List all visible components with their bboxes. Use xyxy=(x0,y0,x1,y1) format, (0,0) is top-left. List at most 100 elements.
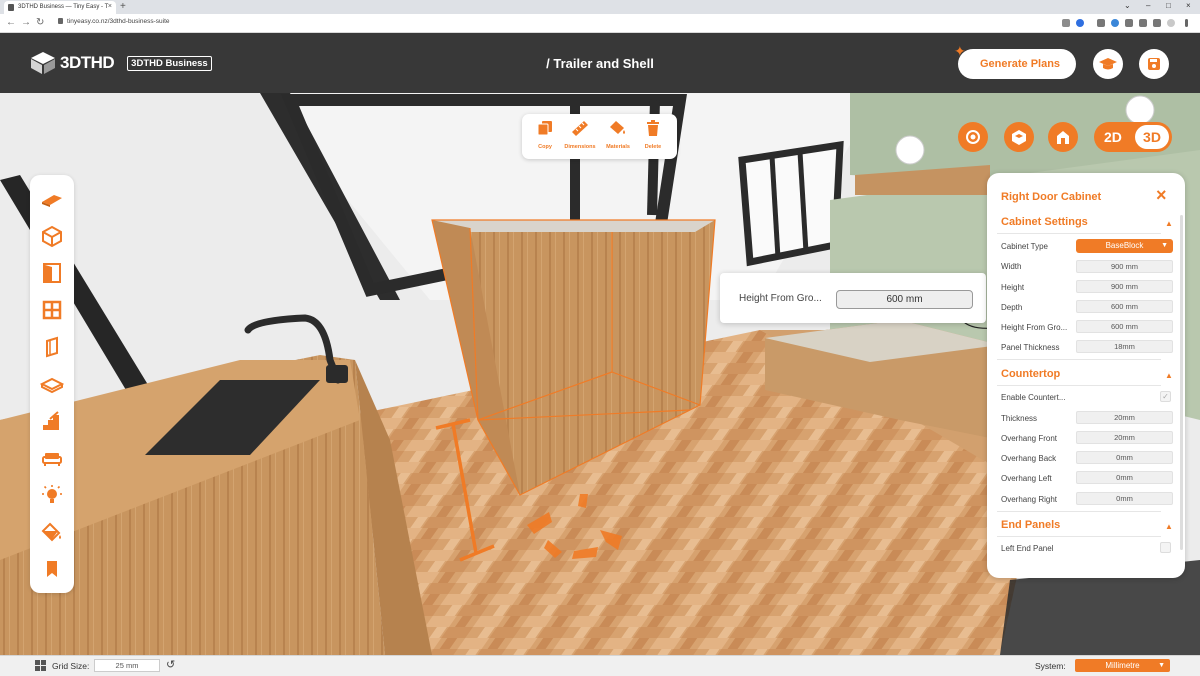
floor-tool[interactable] xyxy=(36,183,68,215)
unit-system-value: Millimetre xyxy=(1105,661,1140,670)
door-tool[interactable] xyxy=(36,257,68,289)
overhang-left-label: Overhang Left xyxy=(1001,474,1052,483)
section-cabinet-settings[interactable]: Cabinet Settings xyxy=(1001,216,1088,228)
extension-icon[interactable] xyxy=(1125,19,1133,27)
section-countertop[interactable]: Countertop xyxy=(1001,368,1060,380)
camera-view-button[interactable] xyxy=(958,122,988,152)
object-action-bar: Copy Dimensions Materials Delete xyxy=(522,114,677,159)
browser-tab-title: 3DTHD Business — Tiny Easy - T xyxy=(18,4,109,10)
depth-field[interactable]: 600 mm xyxy=(1076,300,1173,313)
enable-countertop-checkbox[interactable]: ✓ xyxy=(1160,391,1171,402)
overhang-back-field[interactable]: 0mm xyxy=(1076,451,1173,464)
bookmark-tool[interactable] xyxy=(36,553,68,585)
panel-close-button[interactable]: × xyxy=(1156,186,1167,204)
panel-scrollbar[interactable] xyxy=(1180,215,1183,550)
browser-tab-strip: 3DTHD Business — Tiny Easy - T × + ⌄ – □… xyxy=(0,0,1200,14)
view-2d-option[interactable]: 2D xyxy=(1104,129,1122,145)
grid-size-input[interactable]: 25 mm xyxy=(94,659,160,672)
bookmark-star-icon[interactable] xyxy=(1076,19,1084,27)
left-end-panel-checkbox[interactable] xyxy=(1160,542,1171,553)
collapse-caret-icon[interactable]: ▲ xyxy=(1165,219,1173,228)
overhang-front-field[interactable]: 20mm xyxy=(1076,431,1173,444)
cabinet-tool[interactable] xyxy=(36,368,68,400)
wall-panel-tool[interactable] xyxy=(36,331,68,363)
left-toolbar xyxy=(30,175,74,593)
overhang-left-field[interactable]: 0mm xyxy=(1076,471,1173,484)
materials-label: Materials xyxy=(606,144,630,150)
system-label: System: xyxy=(1035,661,1066,671)
trash-icon xyxy=(647,120,659,136)
height-popup-input[interactable]: 600 mm xyxy=(836,290,973,309)
height-label: Height xyxy=(1001,283,1025,292)
view-mode-toggle[interactable]: 2D 3D xyxy=(1094,122,1172,152)
light-icon xyxy=(42,485,62,503)
height-from-ground-field[interactable]: 600 mm xyxy=(1076,320,1173,333)
tutorial-button[interactable] xyxy=(1093,49,1123,79)
puzzle-icon[interactable] xyxy=(1153,19,1161,27)
paint-bucket-icon xyxy=(610,121,625,134)
height-popup-label: Height From Gro... xyxy=(739,293,822,304)
height-field[interactable]: 900 mm xyxy=(1076,280,1173,293)
extension-icon[interactable] xyxy=(1097,19,1105,27)
browser-tab[interactable]: 3DTHD Business — Tiny Easy - T × xyxy=(4,1,116,14)
copy-icon xyxy=(537,121,552,136)
cube-icon xyxy=(42,225,62,248)
ruler-icon xyxy=(572,121,588,136)
generate-plans-button[interactable]: Generate Plans xyxy=(958,49,1076,79)
save-button[interactable] xyxy=(1139,49,1169,79)
overhang-back-label: Overhang Back xyxy=(1001,454,1057,463)
countertop-thickness-field[interactable]: 20mm xyxy=(1076,411,1173,424)
profile-avatar[interactable] xyxy=(1167,19,1175,27)
width-field[interactable]: 900 mm xyxy=(1076,260,1173,273)
window-close-button[interactable]: × xyxy=(1186,1,1191,10)
materials-button[interactable]: Materials xyxy=(600,120,636,150)
collapse-caret-icon[interactable]: ▲ xyxy=(1165,371,1173,380)
shell-tool[interactable] xyxy=(36,220,68,252)
paint-tool[interactable] xyxy=(36,516,68,548)
lighting-tool[interactable] xyxy=(36,479,68,511)
cabinet-type-select[interactable]: BaseBlock ▼ xyxy=(1076,239,1173,253)
dimensions-button[interactable]: Dimensions xyxy=(562,120,598,150)
window-tool[interactable] xyxy=(36,294,68,326)
properties-panel: Right Door Cabinet × Cabinet Settings ▲ … xyxy=(987,173,1185,578)
tab-search-icon[interactable]: ⌄ xyxy=(1124,1,1131,10)
minimize-button[interactable]: – xyxy=(1146,1,1150,10)
back-icon[interactable]: ← xyxy=(6,17,16,29)
extension-icon[interactable] xyxy=(1111,19,1119,27)
view-3d-option[interactable]: 3D xyxy=(1135,125,1169,149)
box-icon xyxy=(40,377,64,394)
chevron-down-icon: ▼ xyxy=(1161,242,1168,249)
divider xyxy=(997,511,1161,512)
browser-menu-icon[interactable] xyxy=(1185,19,1188,27)
walls-view-button[interactable] xyxy=(1004,122,1034,152)
dimensions-label: Dimensions xyxy=(564,144,596,150)
copy-label: Copy xyxy=(538,144,552,150)
new-tab-button[interactable]: + xyxy=(120,1,126,13)
share-icon[interactable] xyxy=(1062,19,1070,27)
tab-close-icon[interactable]: × xyxy=(108,3,112,10)
unit-system-select[interactable]: Millimetre ▼ xyxy=(1075,659,1170,672)
collapse-caret-icon[interactable]: ▲ xyxy=(1165,522,1173,531)
reset-view-icon[interactable]: ↺ xyxy=(166,658,175,671)
stairs-tool[interactable] xyxy=(36,405,68,437)
eye-target-icon xyxy=(966,130,980,144)
reload-icon[interactable]: ↻ xyxy=(36,17,44,29)
roof-icon xyxy=(1057,131,1069,144)
wall-panel-icon xyxy=(46,336,58,358)
panel-thickness-field[interactable]: 18mm xyxy=(1076,340,1173,353)
copy-button[interactable]: Copy xyxy=(527,120,563,150)
furniture-tool[interactable] xyxy=(36,442,68,474)
delete-button[interactable]: Delete xyxy=(635,120,671,150)
extension-icon[interactable] xyxy=(1139,19,1147,27)
window-icon xyxy=(42,300,62,320)
panel-thickness-label: Panel Thickness xyxy=(1001,343,1060,352)
forward-icon[interactable]: → xyxy=(21,17,31,29)
roof-view-button[interactable] xyxy=(1048,122,1078,152)
delete-label: Delete xyxy=(644,144,662,150)
address-bar-row: ← → ↻ tinyeasy.co.nz/3dthd-business-suit… xyxy=(0,14,1200,33)
graduation-cap-icon xyxy=(1099,58,1117,70)
url-field[interactable]: tinyeasy.co.nz/3dthd-business-suite xyxy=(58,18,170,25)
maximize-button[interactable]: □ xyxy=(1166,1,1171,10)
overhang-right-field[interactable]: 0mm xyxy=(1076,492,1173,505)
section-end-panels[interactable]: End Panels xyxy=(1001,519,1060,531)
